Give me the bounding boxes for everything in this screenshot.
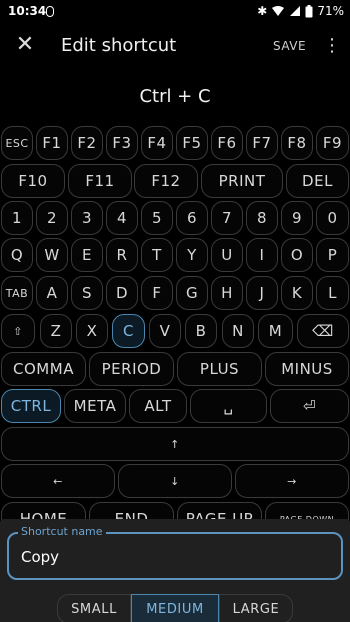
shortcut-preview: Ctrl + C [139, 86, 211, 107]
key-plus[interactable]: PLUS [177, 352, 262, 386]
mouse-icon [46, 6, 54, 17]
key-z[interactable]: Z [40, 314, 72, 348]
key-f11[interactable]: F11 [68, 164, 132, 198]
key-h[interactable]: H [211, 276, 243, 310]
key-g[interactable]: G [176, 276, 208, 310]
bottom-sheet: Shortcut name Copy SMALL MEDIUM LARGE [0, 519, 350, 622]
key-ctrl[interactable]: CTRL [1, 389, 61, 423]
key-f2[interactable]: F2 [71, 126, 103, 160]
key-y[interactable]: Y [176, 238, 208, 272]
key-esc[interactable]: ESC [1, 126, 33, 160]
key-minus[interactable]: MINUS [265, 352, 349, 386]
close-icon[interactable]: ✕ [12, 32, 38, 58]
arrow-down-key[interactable]: ↓ [118, 464, 232, 498]
key-f7[interactable]: F7 [246, 126, 278, 160]
key-p[interactable]: P [316, 238, 349, 272]
key-t[interactable]: T [141, 238, 173, 272]
key-1[interactable]: 1 [1, 201, 33, 235]
key-8[interactable]: 8 [246, 201, 278, 235]
key-5[interactable]: 5 [141, 201, 173, 235]
key-f3[interactable]: F3 [106, 126, 138, 160]
key-r[interactable]: R [106, 238, 138, 272]
key-7[interactable]: 7 [211, 201, 243, 235]
key-c[interactable]: C [112, 314, 145, 348]
key-shift[interactable]: ⇧ [1, 314, 35, 348]
status-bar: 10:34 ✱ 71% [0, 0, 350, 24]
battery-icon [305, 4, 313, 17]
key-e[interactable]: E [71, 238, 103, 272]
size-small-button[interactable]: SMALL [57, 594, 131, 622]
key-n[interactable]: N [222, 314, 254, 348]
key-l[interactable]: L [316, 276, 349, 310]
key-3[interactable]: 3 [71, 201, 103, 235]
shortcut-name-field[interactable]: Shortcut name Copy [7, 525, 343, 580]
key-v[interactable]: V [149, 314, 181, 348]
key-meta[interactable]: META [64, 389, 126, 423]
size-medium-button[interactable]: MEDIUM [131, 594, 219, 622]
key-s[interactable]: S [71, 276, 103, 310]
key-9[interactable]: 9 [281, 201, 313, 235]
key-period[interactable]: PERIOD [89, 352, 174, 386]
key-f9[interactable]: F9 [316, 126, 349, 160]
size-large-button[interactable]: LARGE [219, 594, 293, 622]
key-u[interactable]: U [211, 238, 243, 272]
arrow-up-key[interactable]: ↑ [1, 427, 349, 461]
battery-level: 71% [317, 4, 344, 18]
key-q[interactable]: Q [1, 238, 33, 272]
key-a[interactable]: A [36, 276, 68, 310]
key-f5[interactable]: F5 [176, 126, 208, 160]
page-title: Edit shortcut [61, 35, 177, 56]
enter-key[interactable]: ⏎ [270, 389, 349, 423]
key-o[interactable]: O [281, 238, 313, 272]
shortcut-name-label: Shortcut name [18, 525, 106, 538]
key-f8[interactable]: F8 [281, 126, 313, 160]
key-comma[interactable]: COMMA [1, 352, 86, 386]
key-f1[interactable]: F1 [36, 126, 68, 160]
key-f12[interactable]: F12 [134, 164, 198, 198]
key-0[interactable]: 0 [316, 201, 349, 235]
key-6[interactable]: 6 [176, 201, 208, 235]
save-button[interactable]: SAVE [273, 39, 306, 53]
key-del[interactable]: DEL [286, 164, 349, 198]
key-f10[interactable]: F10 [1, 164, 65, 198]
key-m[interactable]: M [258, 314, 293, 348]
key-2[interactable]: 2 [36, 201, 68, 235]
key-w[interactable]: W [36, 238, 68, 272]
signal-icon [290, 6, 301, 16]
key-tab[interactable]: TAB [1, 276, 33, 310]
key-f[interactable]: F [141, 276, 173, 310]
key-print[interactable]: PRINT [201, 164, 283, 198]
key-f6[interactable]: F6 [211, 126, 243, 160]
shortcut-name-value[interactable]: Copy [21, 548, 59, 566]
key-k[interactable]: K [281, 276, 313, 310]
wifi-icon [272, 6, 285, 16]
arrow-left-key[interactable]: ← [1, 464, 115, 498]
key-b[interactable]: B [185, 314, 217, 348]
app-bar: ✕ Edit shortcut SAVE ⋮ [0, 24, 350, 70]
status-time: 10:34 [8, 4, 47, 18]
more-options-icon[interactable]: ⋮ [323, 34, 341, 58]
key-alt[interactable]: ALT [129, 389, 187, 423]
key-j[interactable]: J [246, 276, 278, 310]
key-i[interactable]: I [246, 238, 278, 272]
arrow-right-key[interactable]: → [235, 464, 349, 498]
backspace-key[interactable]: ⌫ [297, 314, 349, 348]
key-4[interactable]: 4 [106, 201, 138, 235]
key-d[interactable]: D [106, 276, 138, 310]
key-x[interactable]: X [76, 314, 108, 348]
space-key[interactable]: ␣ [190, 389, 267, 423]
bluetooth-icon: ✱ [257, 4, 268, 18]
key-f4[interactable]: F4 [141, 126, 173, 160]
